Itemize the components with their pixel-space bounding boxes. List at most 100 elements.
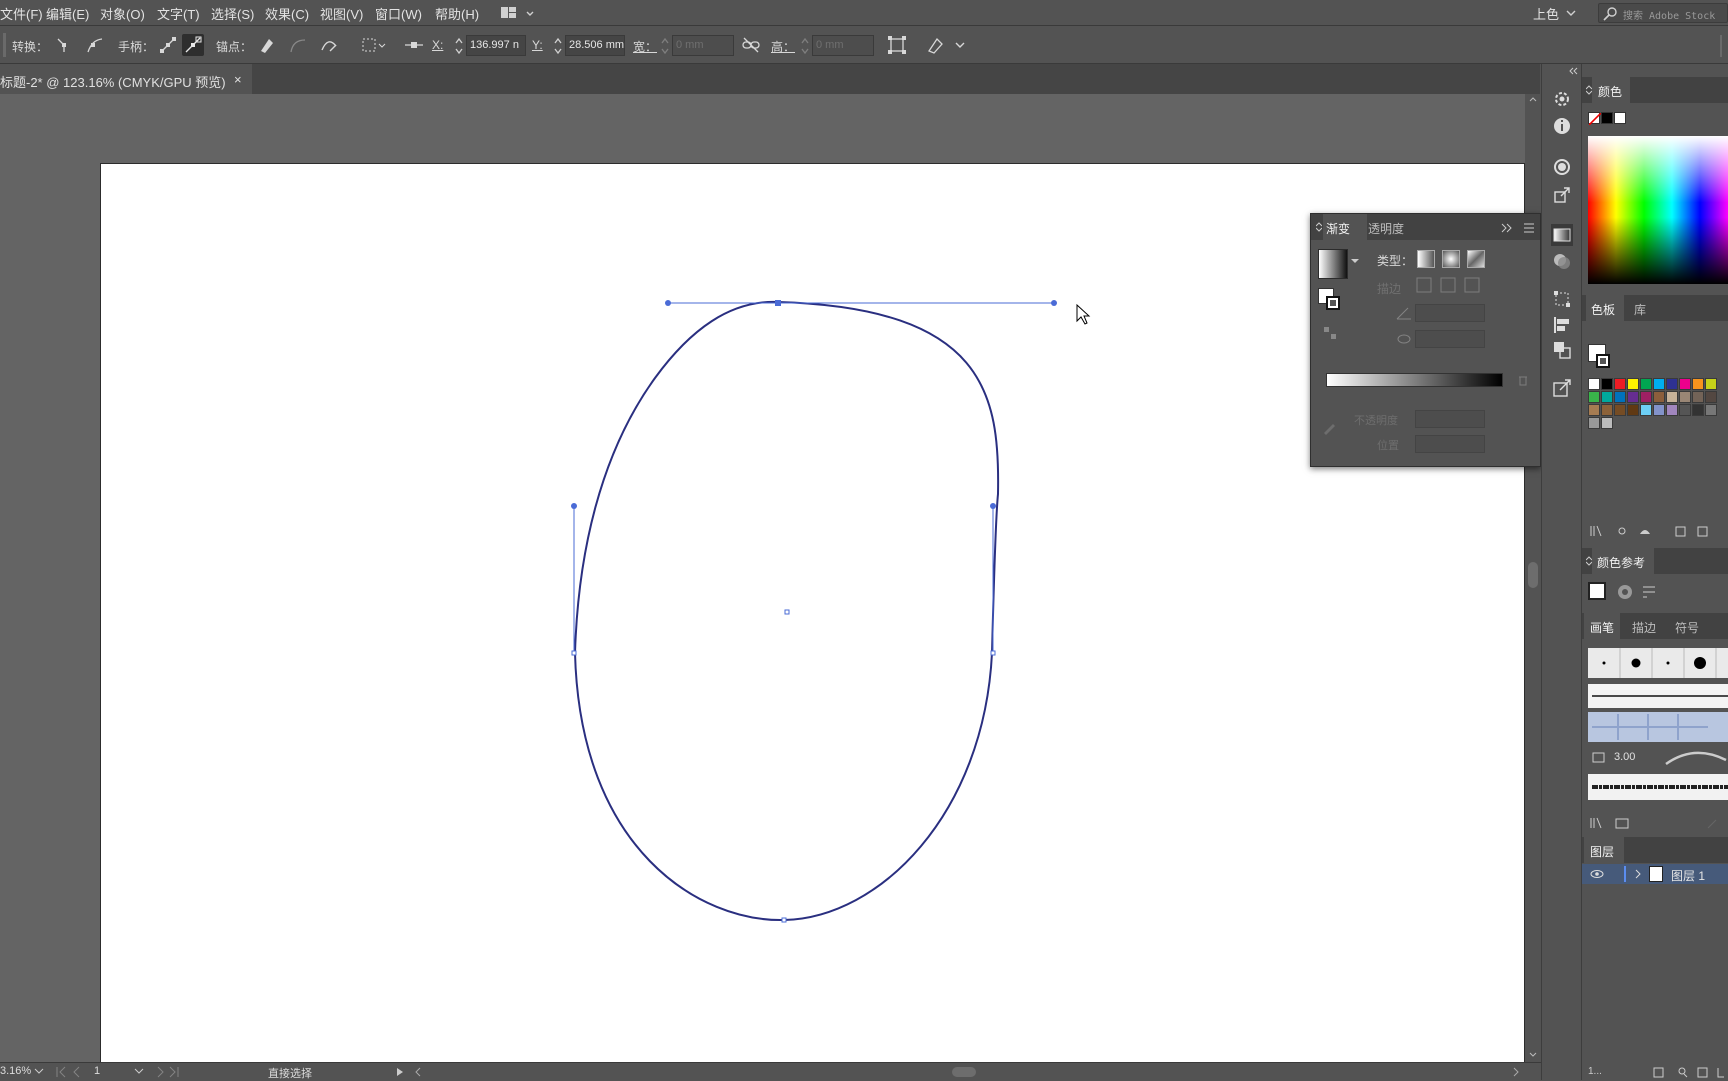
charcoal-brush-row[interactable] [1588, 774, 1728, 800]
height-field[interactable]: 0 mm [812, 35, 874, 56]
tab-color-guide[interactable]: 颜色参考 [1597, 554, 1645, 571]
collapse-panel-icon[interactable] [1501, 223, 1513, 233]
color-swatch[interactable] [1692, 391, 1704, 403]
height-stepper-icon[interactable] [800, 36, 810, 56]
asset-export-button[interactable] [1551, 184, 1573, 206]
width-stepper-icon[interactable] [660, 36, 670, 56]
color-swatch[interactable] [1679, 404, 1691, 416]
remove-anchor-button[interactable] [256, 34, 278, 56]
color-swatch[interactable] [1588, 378, 1600, 390]
libraries-link-button[interactable] [1551, 377, 1573, 399]
tab-transparency[interactable]: 透明度 [1368, 220, 1404, 237]
black-swatch[interactable] [1601, 112, 1613, 124]
trash-icon[interactable] [1517, 374, 1529, 386]
handle-left[interactable] [571, 503, 577, 509]
next-last-artboard-icon[interactable] [156, 1066, 184, 1078]
white-swatch[interactable] [1614, 112, 1626, 124]
show-handles-button[interactable] [157, 34, 179, 56]
color-swatch[interactable] [1601, 404, 1613, 416]
gradient-dropdown-icon[interactable] [1351, 258, 1359, 264]
connect-anchors-button[interactable] [287, 34, 309, 56]
color-swatch[interactable] [1614, 378, 1626, 390]
tab-libraries[interactable]: 库 [1634, 301, 1646, 318]
harmony-rules-icon[interactable] [1640, 583, 1658, 601]
panel-menu-button[interactable] [926, 34, 966, 56]
align-anchors-button[interactable] [403, 34, 425, 56]
color-swatch[interactable] [1666, 391, 1678, 403]
layers-footer-icons[interactable] [1652, 1065, 1728, 1079]
constrain-proportions-button[interactable] [740, 34, 762, 56]
width-field[interactable]: 0 mm [672, 35, 734, 56]
menu-view[interactable]: 视图(V) [320, 4, 363, 23]
stock-search-input[interactable]: 搜索 Adobe Stock [1598, 3, 1728, 23]
hide-handles-button[interactable] [182, 34, 204, 56]
artboard-number[interactable]: 1 [94, 1065, 100, 1077]
color-wheel-icon[interactable] [1616, 583, 1634, 601]
artwork-layer[interactable] [0, 94, 1525, 1062]
x-coordinate-field[interactable]: 136.997 n [466, 35, 526, 56]
color-swatch[interactable] [1614, 391, 1626, 403]
handle-right[interactable] [990, 503, 996, 509]
layer-row[interactable]: 图层 1 [1582, 864, 1728, 884]
chevron-down-icon[interactable] [1566, 9, 1576, 17]
location-field[interactable] [1415, 435, 1485, 453]
aspect-ratio-field[interactable] [1415, 330, 1485, 348]
color-swatch[interactable] [1705, 404, 1717, 416]
info-panel-button[interactable] [1551, 115, 1573, 137]
color-swatch[interactable] [1653, 404, 1665, 416]
freeform-gradient-button[interactable] [1467, 250, 1485, 268]
y-coordinate-field[interactable]: 28.506 mm [565, 35, 625, 56]
color-swatch[interactable] [1588, 391, 1600, 403]
color-swatch[interactable] [1705, 391, 1717, 403]
gradient-preview[interactable] [1318, 249, 1348, 279]
stroke-gradient-icons[interactable] [1415, 276, 1485, 294]
tab-symbols[interactable]: 符号 [1675, 619, 1699, 636]
collapse-arrows-icon[interactable] [1316, 222, 1322, 232]
color-swatch[interactable] [1679, 378, 1691, 390]
color-swatch[interactable] [1601, 391, 1613, 403]
gradient-panel-button[interactable] [1551, 224, 1573, 246]
scroll-right-icon[interactable] [1512, 1067, 1520, 1077]
color-swatch[interactable] [1653, 391, 1665, 403]
brush-line-row[interactable] [1588, 684, 1728, 708]
panel-menu-icon[interactable] [1523, 223, 1535, 233]
menu-edit[interactable]: 编辑(E) [46, 4, 89, 23]
anchor-bottom[interactable] [781, 917, 787, 923]
tab-color[interactable]: 颜色 [1598, 83, 1622, 100]
menu-select[interactable]: 选择(S) [211, 4, 254, 23]
brush-presets-row[interactable] [1588, 648, 1728, 678]
chevron-right-icon[interactable] [1634, 869, 1642, 879]
first-prev-artboard-icon[interactable] [55, 1066, 93, 1078]
linear-gradient-button[interactable] [1417, 250, 1435, 268]
color-swatch[interactable] [1588, 417, 1600, 429]
zoom-dropdown-icon[interactable] [34, 1068, 44, 1076]
base-color-swatch[interactable] [1588, 582, 1606, 600]
color-swatch[interactable] [1640, 404, 1652, 416]
cut-path-button[interactable] [318, 34, 340, 56]
eyedropper-icon[interactable] [1321, 418, 1339, 436]
menu-object[interactable]: 对象(O) [100, 4, 145, 23]
scroll-thumb[interactable] [1528, 562, 1538, 588]
menu-effect[interactable]: 效果(C) [265, 4, 309, 23]
layer-name[interactable]: 图层 1 [1671, 867, 1705, 884]
horizontal-scroll-thumb[interactable] [952, 1067, 976, 1077]
stroke-swatch[interactable] [1596, 354, 1610, 368]
scroll-down-icon[interactable] [1529, 1052, 1537, 1058]
color-swatch[interactable] [1653, 378, 1665, 390]
color-swatch[interactable] [1705, 378, 1717, 390]
tab-layers[interactable]: 图层 [1590, 843, 1614, 860]
color-spectrum[interactable] [1588, 136, 1728, 284]
opacity-field[interactable] [1415, 410, 1485, 428]
angle-field[interactable] [1415, 304, 1485, 322]
anchor-left[interactable] [571, 650, 577, 656]
brush-size-row[interactable]: 3.00 [1588, 746, 1728, 770]
transparency-panel-button[interactable] [1551, 250, 1573, 272]
color-swatch[interactable] [1588, 404, 1600, 416]
appearance-panel-button[interactable] [1551, 156, 1573, 178]
color-swatch[interactable] [1627, 404, 1639, 416]
y-stepper-icon[interactable] [553, 36, 563, 56]
color-swatch[interactable] [1666, 378, 1678, 390]
x-stepper-icon[interactable] [454, 36, 464, 56]
tab-brushes[interactable]: 画笔 [1590, 619, 1614, 636]
document-tab[interactable]: 标题-2* @ 123.16% (CMYK/GPU 预览) × [0, 64, 252, 94]
